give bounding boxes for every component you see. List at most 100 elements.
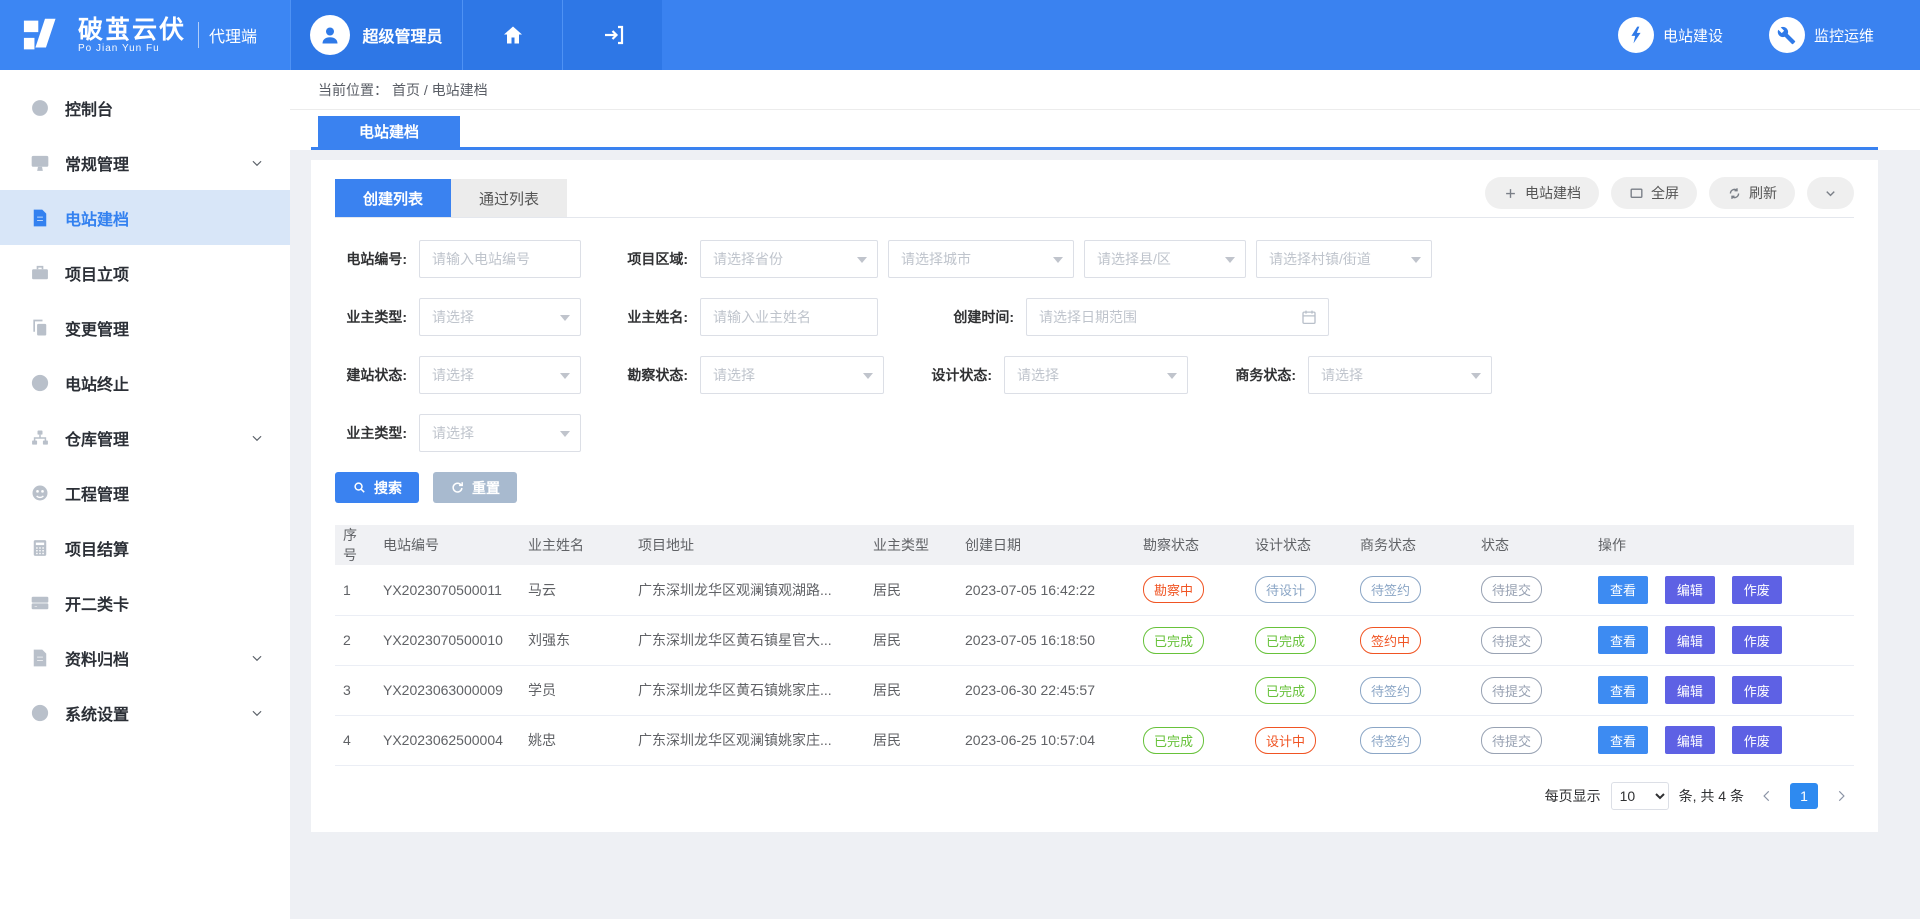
owner-type-select[interactable]: 请选择 [419,298,581,336]
prev-page-button[interactable] [1754,783,1780,809]
caret-down-icon [1053,257,1063,263]
bullseye-icon [30,703,50,723]
chevron-down-icon [250,651,264,665]
build-status-select[interactable]: 请选择 [419,356,581,394]
sidebar-item-station-archive[interactable]: 电站建档 [0,190,290,245]
caret-down-icon [1471,373,1481,379]
station-code-input-wrap [419,240,581,278]
page-number-button[interactable]: 1 [1790,783,1818,809]
status-badge: 已完成 [1143,727,1204,754]
design-status-select[interactable]: 请选择 [1004,356,1188,394]
survey-status-select[interactable]: 请选择 [700,356,884,394]
reset-icon [450,480,465,495]
tab-passed-list[interactable]: 通过列表 [451,179,567,217]
nav-station-build[interactable]: 电站建设 [1618,0,1723,70]
filter-row-2: 业主类型: 请选择 业主姓名: 创建时间: 请选择日期范围 [335,298,1854,336]
edit-button[interactable]: 编辑 [1665,576,1715,604]
logout-button[interactable] [562,0,662,70]
view-button[interactable]: 查看 [1598,726,1648,754]
client-type-label: 代理端 [209,23,257,47]
sidebar-item-data-archive[interactable]: 资料归档 [0,630,290,685]
view-button[interactable]: 查看 [1598,576,1648,604]
filter-form: 电站编号: 项目区域: 请选择省份 请选择城市 请选择县/区 请选择村镇/街道 [335,240,1854,452]
chevron-down-icon [1823,186,1838,201]
city-select[interactable]: 请选择城市 [888,240,1074,278]
sidebar-item-change-management[interactable]: 变更管理 [0,300,290,355]
briefcase-icon [30,263,50,283]
business-status-label: 商务状态: [1224,365,1308,385]
business-status-select[interactable]: 请选择 [1308,356,1492,394]
owner-type-label: 业主类型: [335,307,419,327]
void-button[interactable]: 作废 [1732,726,1782,754]
person-icon [318,23,342,47]
collapse-toolbar-button[interactable] [1807,177,1854,209]
sidebar-item-project-initiation[interactable]: 项目立项 [0,245,290,300]
sidebar-item-project-settlement[interactable]: 项目结算 [0,520,290,575]
caret-down-icon [1411,257,1421,263]
brand-title: 破茧云伏 [78,17,186,43]
status-badge: 待签约 [1360,727,1421,754]
void-button[interactable]: 作废 [1732,576,1782,604]
void-button[interactable]: 作废 [1732,676,1782,704]
owner-type2-select[interactable]: 请选择 [419,414,581,452]
bolt-icon [1618,17,1654,53]
exit-icon [601,23,625,47]
wrench-icon [1769,17,1805,53]
view-button[interactable]: 查看 [1598,676,1648,704]
status-badge: 已完成 [1255,677,1316,704]
station-code-input[interactable] [432,251,568,267]
sidebar-item-general-management[interactable]: 常规管理 [0,135,290,190]
user-menu[interactable]: 超级管理员 [290,0,462,70]
breadcrumb-path[interactable]: 首页 / 电站建档 [392,80,488,100]
tab-create-list[interactable]: 创建列表 [335,179,451,217]
reset-button[interactable]: 重置 [433,472,517,503]
filter-actions: 搜索 重置 [335,472,1854,503]
date-range-picker[interactable]: 请选择日期范围 [1026,298,1329,336]
caret-down-icon [857,257,867,263]
sidebar-item-station-termination[interactable]: 电站终止 [0,355,290,410]
sidebar: 控制台 常规管理 电站建档 项目立项 变更管理 电站终止 仓库管理 [0,70,290,919]
sidebar-item-engineering-management[interactable]: 工程管理 [0,465,290,520]
avatar [310,15,350,55]
create-station-button[interactable]: 电站建档 [1485,177,1599,209]
caret-down-icon [560,315,570,321]
sidebar-item-console[interactable]: 控制台 [0,80,290,135]
fullscreen-button[interactable]: 全屏 [1611,177,1697,209]
app-header: 破茧云伏 Po Jian Yun Fu 代理端 超级管理员 电站建设 监控运维 [0,0,1920,70]
document-icon [30,208,50,228]
home-button[interactable] [462,0,562,70]
project-area-label: 项目区域: [616,249,700,269]
copy-icon [30,318,50,338]
next-page-button[interactable] [1828,783,1854,809]
sidebar-item-system-settings[interactable]: 系统设置 [0,685,290,740]
card-icon [30,593,50,613]
edit-button[interactable]: 编辑 [1665,726,1715,754]
table-header-row: 序号 电站编号 业主姓名 项目地址 业主类型 创建日期 勘察状态 设计状态 商务… [335,525,1854,565]
chevron-left-icon [1760,789,1774,803]
status-badge: 签约中 [1360,627,1421,654]
edit-button[interactable]: 编辑 [1665,626,1715,654]
village-select[interactable]: 请选择村镇/街道 [1256,240,1432,278]
total-count-label: 条, 共 4 条 [1679,786,1744,806]
breadcrumb: 当前位置： 首页 / 电站建档 [290,70,1920,110]
view-button[interactable]: 查看 [1598,626,1648,654]
sidebar-item-second-class-card[interactable]: 开二类卡 [0,575,290,630]
table-row: 2 YX2023070500010 刘强东 广东深圳龙华区黄石镇星官大... 居… [335,615,1854,665]
edit-button[interactable]: 编辑 [1665,676,1715,704]
pagination: 每页显示 10 条, 共 4 条 1 [335,782,1854,810]
county-select[interactable]: 请选择县/区 [1084,240,1246,278]
province-select[interactable]: 请选择省份 [700,240,878,278]
sidebar-item-warehouse-management[interactable]: 仓库管理 [0,410,290,465]
void-button[interactable]: 作废 [1732,626,1782,654]
survey-status-label: 勘察状态: [616,365,700,385]
owner-name-input[interactable] [713,309,865,325]
per-page-select[interactable]: 10 [1611,782,1669,810]
search-button[interactable]: 搜索 [335,472,419,503]
nav-monitor-ops[interactable]: 监控运维 [1769,0,1874,70]
chevron-down-icon [250,431,264,445]
page-tab-station-archive[interactable]: 电站建档 [318,116,460,147]
refresh-button[interactable]: 刷新 [1709,177,1795,209]
status-badge: 已完成 [1143,627,1204,654]
filter-row-1: 电站编号: 项目区域: 请选择省份 请选择城市 请选择县/区 请选择村镇/街道 [335,240,1854,278]
chevron-right-icon [1834,789,1848,803]
